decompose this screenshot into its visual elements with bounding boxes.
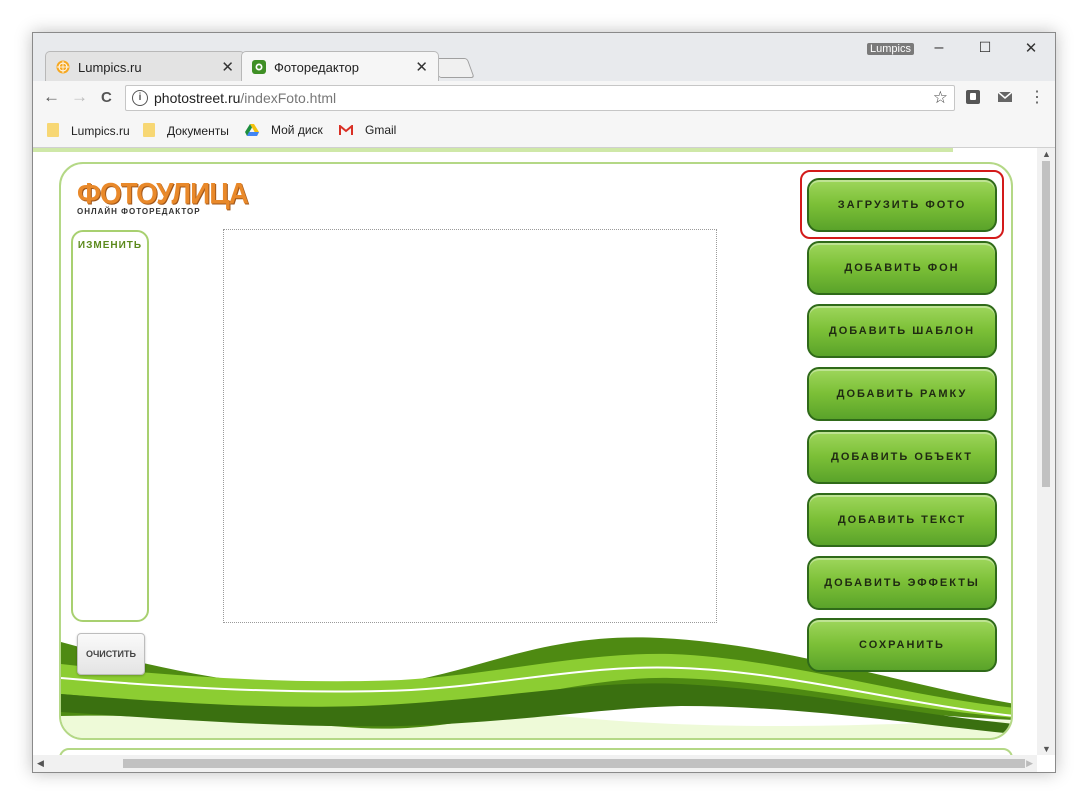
title-bar: Lumpics.ru ✕ Фоторедактор ✕ Lumpics – ☐ … bbox=[33, 33, 1055, 81]
add-object-button[interactable]: ДОБАВИТЬ ОБЪЕКТ bbox=[807, 430, 997, 484]
edit-panel-title: ИЗМЕНИТЬ bbox=[77, 240, 143, 251]
vertical-scroll-thumb[interactable] bbox=[1042, 161, 1050, 487]
close-tab-icon[interactable]: ✕ bbox=[415, 58, 428, 76]
site-logo[interactable]: ФОТОУЛИЦА ОНЛАЙН ФОТОРЕДАКТОР bbox=[77, 177, 249, 216]
tab-label: Фоторедактор bbox=[274, 60, 359, 75]
bookmark-gmail[interactable]: Gmail bbox=[339, 123, 396, 137]
edit-panel: ИЗМЕНИТЬ bbox=[71, 230, 149, 622]
top-strip bbox=[33, 148, 953, 152]
reload-icon[interactable]: C bbox=[101, 89, 112, 106]
vertical-scrollbar[interactable]: ▲ ▼ bbox=[1037, 148, 1055, 755]
close-window-icon[interactable]: ✕ bbox=[1021, 39, 1041, 57]
menu-icon[interactable]: ⋮ bbox=[1029, 87, 1045, 107]
save-button[interactable]: СОХРАНИТЬ bbox=[807, 618, 997, 672]
tab-lumpics[interactable]: Lumpics.ru ✕ bbox=[45, 51, 245, 81]
maximize-icon[interactable]: ☐ bbox=[975, 39, 995, 56]
horizontal-scrollbar[interactable]: ◀ ▶ bbox=[33, 755, 1037, 772]
back-icon[interactable]: ← bbox=[43, 87, 60, 107]
mail-icon[interactable] bbox=[997, 89, 1013, 105]
bookmark-documents[interactable]: Документы bbox=[143, 123, 229, 138]
bookmarks-bar: Lumpics.ru Документы Мой диск Gmail bbox=[33, 115, 1055, 148]
folder-icon bbox=[47, 123, 59, 137]
photostreet-icon bbox=[252, 60, 266, 74]
scroll-right-icon[interactable]: ▶ bbox=[1026, 758, 1033, 769]
tab-label: Lumpics.ru bbox=[78, 60, 142, 75]
add-template-button[interactable]: ДОБАВИТЬ ШАБЛОН bbox=[807, 304, 997, 358]
add-text-button[interactable]: ДОБАВИТЬ ТЕКСТ bbox=[807, 493, 997, 547]
browser-window: Lumpics.ru ✕ Фоторедактор ✕ Lumpics – ☐ … bbox=[32, 32, 1056, 773]
add-background-button[interactable]: ДОБАВИТЬ ФОН bbox=[807, 241, 997, 295]
scroll-down-icon[interactable]: ▼ bbox=[1042, 744, 1051, 754]
clear-button[interactable]: ОЧИСТИТЬ bbox=[77, 633, 145, 675]
gmail-icon bbox=[339, 125, 353, 135]
page-content: ФОТОУЛИЦА ОНЛАЙН ФОТОРЕДАКТОР ИЗМЕНИТЬ О… bbox=[33, 148, 1037, 755]
browser-toolbar: ← → C i photostreet.ru/indexFoto.html ☆ … bbox=[33, 81, 1055, 115]
scroll-up-icon[interactable]: ▲ bbox=[1042, 149, 1051, 159]
scroll-left-icon[interactable]: ◀ bbox=[37, 758, 44, 769]
highlight-frame bbox=[800, 170, 1004, 239]
bookmark-star-icon[interactable]: ☆ bbox=[933, 88, 948, 108]
folder-icon bbox=[143, 123, 155, 137]
bookmark-lumpics[interactable]: Lumpics.ru bbox=[47, 123, 130, 138]
url-text: photostreet.ru/indexFoto.html bbox=[154, 90, 337, 106]
forward-icon[interactable]: → bbox=[71, 87, 88, 107]
logo-title: ФОТОУЛИЦА bbox=[77, 177, 249, 210]
profile-name[interactable]: Lumpics bbox=[867, 43, 914, 55]
orange-icon bbox=[56, 60, 70, 74]
close-tab-icon[interactable]: ✕ bbox=[221, 58, 234, 76]
google-drive-icon bbox=[245, 124, 259, 136]
extension-icon[interactable] bbox=[965, 89, 981, 105]
photo-canvas[interactable] bbox=[223, 229, 717, 623]
minimize-icon[interactable]: – bbox=[929, 39, 949, 57]
add-frame-button[interactable]: ДОБАВИТЬ РАМКУ bbox=[807, 367, 997, 421]
horizontal-scroll-thumb[interactable] bbox=[123, 759, 1025, 768]
info-icon[interactable]: i bbox=[132, 90, 148, 106]
address-bar[interactable]: i photostreet.ru/indexFoto.html ☆ bbox=[125, 85, 955, 111]
bottom-frame bbox=[59, 748, 1013, 755]
bookmark-my-drive[interactable]: Мой диск bbox=[245, 123, 323, 137]
add-effects-button[interactable]: ДОБАВИТЬ ЭФФЕКТЫ bbox=[807, 556, 997, 610]
tab-photoeditor[interactable]: Фоторедактор ✕ bbox=[241, 51, 439, 81]
